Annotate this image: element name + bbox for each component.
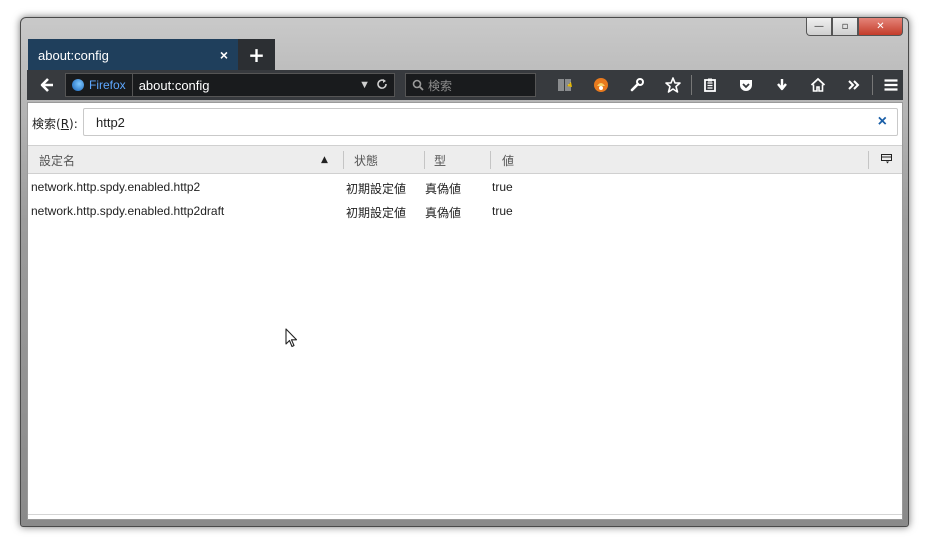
new-tab-button[interactable]: + xyxy=(238,39,275,71)
tab-label: about:config xyxy=(38,47,109,63)
filter-bar: 検索(R): http2 × xyxy=(28,103,902,143)
wrench-icon[interactable] xyxy=(619,70,655,100)
column-separator xyxy=(868,151,869,169)
pref-status: 初期設定値 xyxy=(346,182,407,196)
browser-window: — ▫ ✕ about:config × + Firefox about:con… xyxy=(20,17,909,527)
pref-value: true xyxy=(492,180,513,194)
back-button[interactable] xyxy=(35,73,59,97)
url-bar[interactable]: Firefox about:config ▼ xyxy=(65,73,395,97)
window-controls: — ▫ ✕ xyxy=(806,18,903,38)
column-separator[interactable] xyxy=(424,151,425,169)
table-row[interactable]: network.http.spdy.enabled.http2draft 初期設… xyxy=(28,199,902,223)
maximize-button[interactable]: ▫ xyxy=(832,18,858,36)
pref-name: network.http.spdy.enabled.http2 xyxy=(31,180,201,194)
navigation-toolbar: Firefox about:config ▼ 検索 xyxy=(27,70,903,100)
back-arrow-icon xyxy=(40,78,53,92)
search-icon xyxy=(412,79,424,91)
search-input[interactable]: 検索 xyxy=(405,73,536,97)
addon-icon[interactable] xyxy=(583,70,619,100)
tab-strip: about:config × + xyxy=(28,39,901,71)
pref-type: 真偽値 xyxy=(425,182,462,196)
download-icon[interactable] xyxy=(764,70,800,100)
pref-name: network.http.spdy.enabled.http2draft xyxy=(31,204,225,218)
clear-filter-icon[interactable]: × xyxy=(878,113,887,131)
filter-label: 検索(R): xyxy=(32,116,78,131)
filter-input[interactable]: http2 × xyxy=(83,108,898,136)
overflow-icon[interactable] xyxy=(836,70,872,100)
filter-value: http2 xyxy=(96,114,125,130)
firefox-logo-icon xyxy=(72,79,84,91)
divider xyxy=(28,514,902,515)
search-placeholder: 検索 xyxy=(428,78,453,93)
pref-type: 真偽値 xyxy=(425,206,462,220)
tab-about-config[interactable]: about:config × xyxy=(28,39,238,71)
sort-ascending-icon: ▲ xyxy=(321,155,328,165)
menu-icon[interactable] xyxy=(873,70,909,100)
pocket-icon[interactable] xyxy=(728,70,764,100)
pref-status: 初期設定値 xyxy=(346,206,407,220)
column-picker-icon[interactable] xyxy=(881,154,892,167)
reload-icon[interactable] xyxy=(376,78,388,93)
home-icon[interactable] xyxy=(800,70,836,100)
about-config-page: 検索(R): http2 × 設定名 ▲ 状態 型 値 network.http… xyxy=(27,102,903,520)
url-dropdown-icon[interactable]: ▼ xyxy=(359,79,370,91)
column-header-name[interactable]: 設定名 xyxy=(39,146,339,174)
mouse-cursor-icon xyxy=(285,328,298,348)
url-text[interactable]: about:config xyxy=(133,78,359,93)
close-window-button[interactable]: ✕ xyxy=(858,18,903,36)
bookmark-star-icon[interactable] xyxy=(655,70,691,100)
toolbar-icons xyxy=(547,70,909,100)
column-separator[interactable] xyxy=(490,151,491,169)
preference-list: network.http.spdy.enabled.http2 初期設定値 真偽… xyxy=(28,175,902,223)
tab-close-icon[interactable]: × xyxy=(220,47,228,63)
identity-label: Firefox xyxy=(89,78,126,92)
column-header-row: 設定名 ▲ 状態 型 値 xyxy=(28,145,902,174)
column-header-status[interactable]: 状態 xyxy=(354,146,424,174)
table-row[interactable]: network.http.spdy.enabled.http2 初期設定値 真偽… xyxy=(28,175,902,199)
column-separator[interactable] xyxy=(343,151,344,169)
reading-list-icon[interactable] xyxy=(692,70,728,100)
barcode-icon[interactable] xyxy=(547,70,583,100)
identity-box[interactable]: Firefox xyxy=(66,74,133,96)
column-header-type[interactable]: 型 xyxy=(434,146,484,174)
minimize-button[interactable]: — xyxy=(806,18,832,36)
pref-value: true xyxy=(492,204,513,218)
column-header-value[interactable]: 値 xyxy=(502,146,562,174)
